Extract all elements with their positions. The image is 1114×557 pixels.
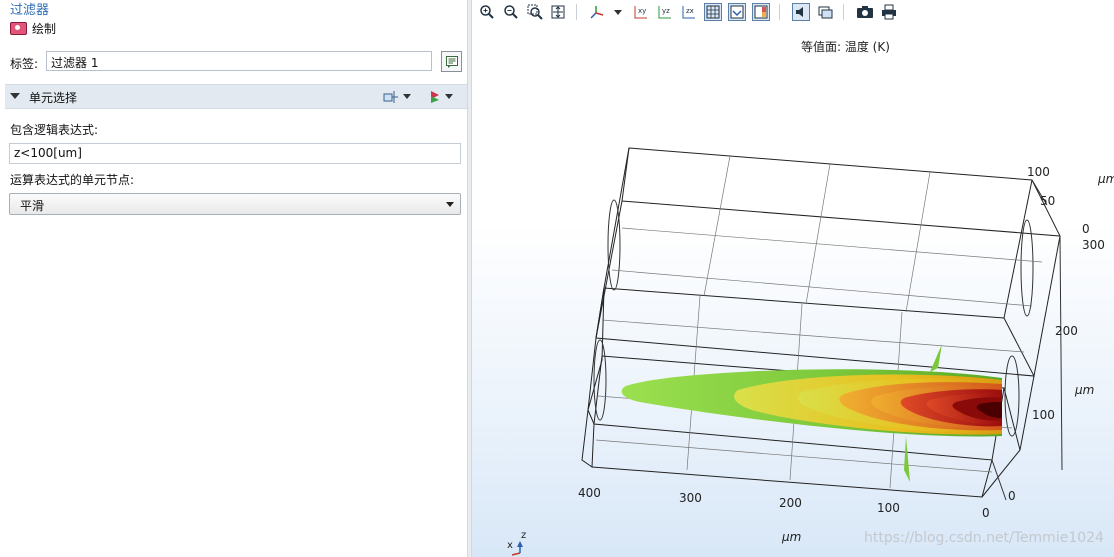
bounding-box-wireframe [581,147,1063,501]
label-input[interactable]: 过滤器 1 [46,51,432,71]
plot-button[interactable]: 绘制 [10,19,56,37]
axis-triad-z-label: z [521,530,527,541]
plot-button-label: 绘制 [32,21,57,36]
y-tick-label: 300 [1082,238,1105,252]
element-nodes-select[interactable]: 平滑 [9,193,461,215]
settings-panel: 过滤器 绘制 标签: 过滤器 1 单元选择 包含逻辑表达式: z<100[um]… [0,0,467,557]
comment-icon [445,55,458,68]
layout-icon [383,90,398,103]
y-tick-label: 100 [1032,408,1055,422]
x-tick-label: 200 [779,496,802,510]
plot-icon [10,21,27,35]
section-selection-color-button[interactable] [429,89,453,104]
z-tick-label: 0 [1082,222,1090,236]
y-unit-label: μm [1075,383,1095,397]
x-tick-label: 100 [877,501,900,515]
section-layout-button[interactable] [383,89,411,104]
z-unit-label: μm [1098,172,1114,186]
element-nodes-selected-value: 平滑 [20,199,45,213]
element-nodes-caption: 运算表达式的单元节点: [10,173,135,187]
y-tick-label: 0 [1008,489,1016,503]
x-unit-label: μm [782,530,802,544]
label-row: 标签: 过滤器 1 [10,51,462,75]
color-flag-icon [431,90,439,103]
graphics-window: xy yz zx 等值面: 温度 (K) 100 50 0 μ 300 200 … [472,0,1114,557]
watermark: https://blog.csdn.net/Temmie1024 [864,530,1104,546]
logical-expression-caption: 包含逻辑表达式: [10,123,99,137]
x-tick-label: 300 [679,491,702,505]
axis-triad-x-label: x [507,540,513,551]
edit-label-button[interactable] [441,51,462,72]
plot-scene[interactable] [472,0,1114,557]
x-tick-label: 0 [982,506,990,520]
panel-title: 过滤器 [10,3,50,18]
label-caption: 标签: [10,57,39,71]
y-tick-label: 200 [1055,324,1078,338]
z-tick-label: 100 [1027,165,1050,179]
temperature-isosurfaces [621,344,1002,482]
x-tick-label: 400 [578,486,601,500]
collapse-triangle-icon[interactable] [10,93,20,99]
chevron-down-icon [446,202,454,207]
section-title: 单元选择 [29,91,78,105]
section-element-selection[interactable]: 单元选择 [5,84,467,109]
logical-expression-input[interactable]: z<100[um] [9,143,461,164]
z-tick-label: 50 [1040,194,1056,208]
